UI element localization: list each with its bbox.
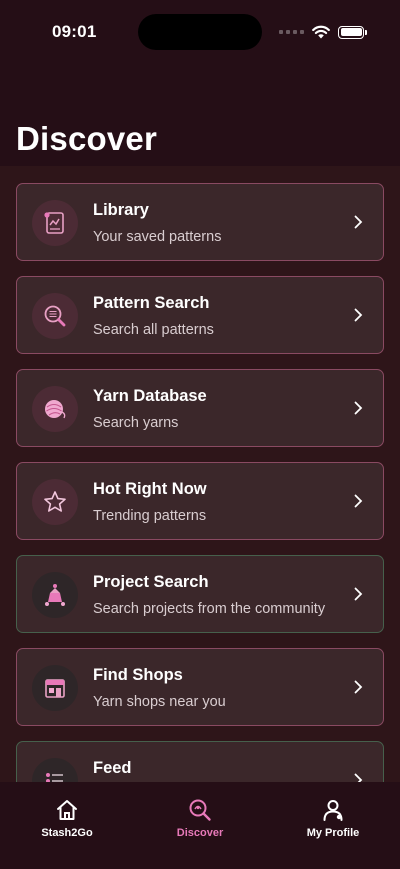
status-bar: 09:01: [0, 0, 400, 64]
find-shops-title: Find Shops: [93, 666, 183, 684]
hot-right-now-title: Hot Right Now: [93, 480, 207, 498]
find-shops-card[interactable]: Find Shops Yarn shops near you: [16, 648, 384, 726]
status-icons: [279, 24, 367, 40]
feed-icon: [32, 758, 78, 782]
dynamic-island: [138, 14, 262, 50]
chevron-right-icon: [354, 494, 363, 508]
discover-icon: [189, 799, 211, 821]
chevron-right-icon: [354, 680, 363, 694]
profile-icon: [323, 800, 343, 821]
feed-card[interactable]: Feed: [16, 741, 384, 782]
tab-label: My Profile: [306, 827, 360, 839]
discover-list[interactable]: Library Your saved patterns Pattern Sear…: [0, 166, 400, 782]
chevron-right-icon: [354, 773, 363, 782]
find-shops-subtitle: Yarn shops near you: [93, 694, 226, 710]
yarn-database-card[interactable]: Yarn Database Search yarns: [16, 369, 384, 447]
pattern-search-icon: [32, 293, 78, 339]
status-time: 09:01: [52, 22, 97, 41]
yarn-database-title: Yarn Database: [93, 387, 207, 405]
library-card[interactable]: Library Your saved patterns: [16, 183, 384, 261]
chevron-right-icon: [354, 401, 363, 415]
wifi-icon: [312, 25, 330, 39]
battery-icon: [338, 25, 367, 39]
hot-right-now-card[interactable]: Hot Right Now Trending patterns: [16, 462, 384, 540]
pattern-search-title: Pattern Search: [93, 294, 210, 312]
project-search-icon: [32, 572, 78, 618]
tab-stash2go[interactable]: Stash2Go: [17, 798, 117, 839]
tab-label: Stash2Go: [41, 827, 93, 839]
pattern-search-card[interactable]: Pattern Search Search all patterns: [16, 276, 384, 354]
page-title: Discover: [16, 120, 158, 157]
yarn-database-subtitle: Search yarns: [93, 415, 179, 431]
cellular-signal-icon: [279, 30, 304, 34]
tab-bar: Stash2Go Discover My Profile: [0, 782, 400, 869]
tab-my-profile[interactable]: My Profile: [283, 798, 383, 839]
chevron-right-icon: [354, 215, 363, 229]
project-search-subtitle: Search projects from the community: [93, 601, 326, 617]
chevron-right-icon: [354, 587, 363, 601]
library-title: Library: [93, 201, 149, 219]
hot-right-now-subtitle: Trending patterns: [93, 508, 207, 524]
project-search-title: Project Search: [93, 573, 209, 591]
library-icon: [32, 200, 78, 246]
library-subtitle: Your saved patterns: [93, 229, 222, 245]
star-icon: [32, 479, 78, 525]
chevron-right-icon: [354, 308, 363, 322]
feed-title: Feed: [93, 759, 132, 777]
tab-discover[interactable]: Discover: [150, 798, 250, 839]
tab-label: Discover: [176, 827, 224, 839]
shop-icon: [32, 665, 78, 711]
home-icon: [57, 800, 77, 820]
pattern-search-subtitle: Search all patterns: [93, 322, 214, 338]
project-search-card[interactable]: Project Search Search projects from the …: [16, 555, 384, 633]
yarn-ball-icon: [32, 386, 78, 432]
